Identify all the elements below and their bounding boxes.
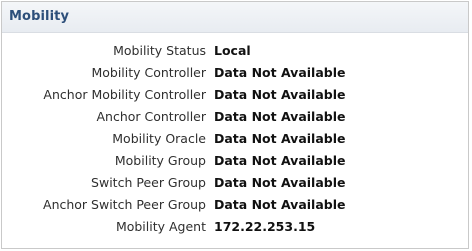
detail-label: Anchor Switch Peer Group <box>43 197 206 212</box>
panel-header: Mobility <box>2 2 468 33</box>
detail-value: Data Not Available <box>214 153 346 168</box>
detail-label: Mobility Agent <box>115 219 206 234</box>
detail-value: 172.22.253.15 <box>214 219 316 234</box>
detail-label: Anchor Mobility Controller <box>43 87 206 102</box>
detail-value: Data Not Available <box>214 197 346 212</box>
detail-row-mobility-group: Mobility Group Data Not Available <box>2 150 468 172</box>
detail-row-switch-peer-group: Switch Peer Group Data Not Available <box>2 172 468 194</box>
detail-value: Data Not Available <box>214 109 346 124</box>
detail-label: Mobility Status <box>113 43 206 58</box>
detail-value: Data Not Available <box>214 131 346 146</box>
detail-row-anchor-switch-peer-group: Anchor Switch Peer Group Data Not Availa… <box>2 194 468 216</box>
detail-label: Mobility Controller <box>91 65 206 80</box>
detail-row-mobility-oracle: Mobility Oracle Data Not Available <box>2 128 468 150</box>
detail-label: Anchor Controller <box>96 109 206 124</box>
detail-value: Data Not Available <box>214 87 346 102</box>
detail-row-mobility-agent: Mobility Agent 172.22.253.15 <box>2 216 468 238</box>
mobility-details: Mobility Status Local Mobility Controlle… <box>2 40 468 238</box>
detail-value: Data Not Available <box>214 65 346 80</box>
detail-row-mobility-controller: Mobility Controller Data Not Available <box>2 62 468 84</box>
detail-row-anchor-mobility-controller: Anchor Mobility Controller Data Not Avai… <box>2 84 468 106</box>
detail-row-anchor-controller: Anchor Controller Data Not Available <box>2 106 468 128</box>
detail-row-mobility-status: Mobility Status Local <box>2 40 468 62</box>
detail-value: Local <box>214 43 251 58</box>
detail-value: Data Not Available <box>214 175 346 190</box>
mobility-panel: Mobility Mobility Status Local Mobility … <box>1 1 469 249</box>
detail-label: Mobility Oracle <box>112 131 206 146</box>
detail-label: Mobility Group <box>114 153 206 168</box>
panel-title: Mobility <box>9 9 70 24</box>
detail-label: Switch Peer Group <box>91 175 206 190</box>
